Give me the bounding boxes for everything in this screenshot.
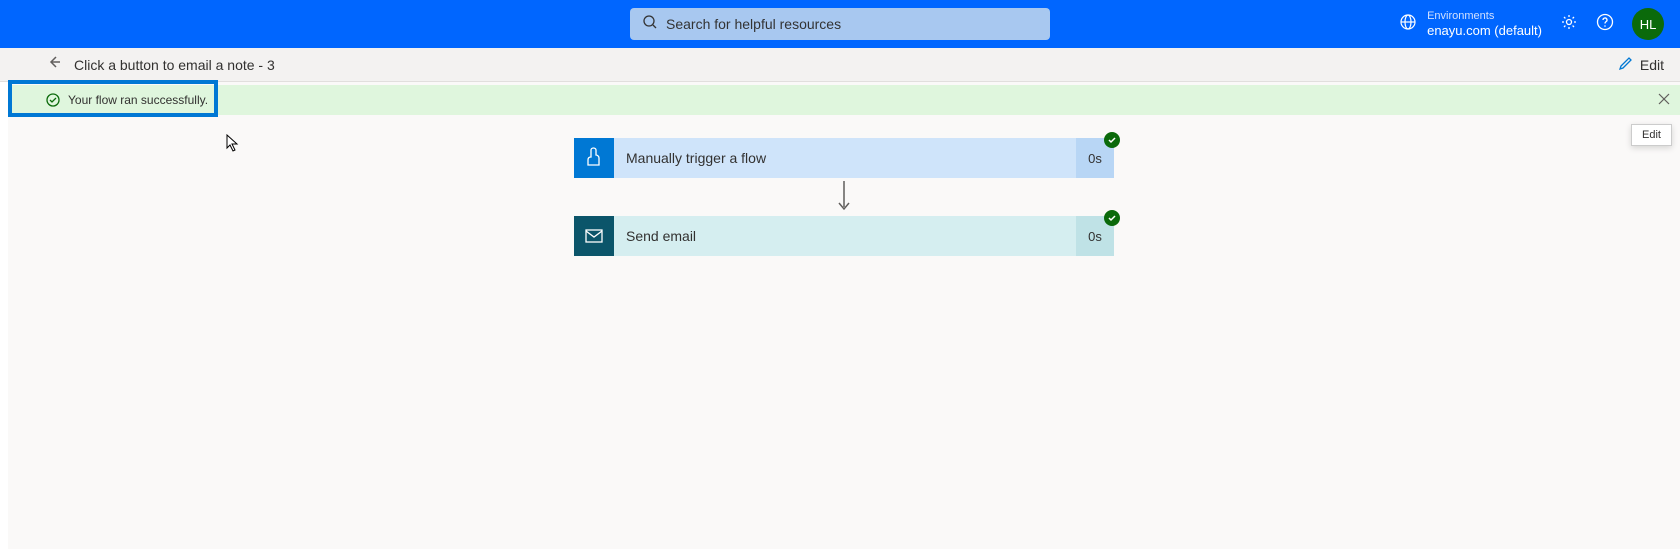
header-right: Environments enayu.com (default) HL: [1399, 8, 1664, 40]
page-title: Click a button to email a note - 3: [74, 57, 275, 73]
pencil-icon: [1618, 55, 1634, 74]
environment-name: enayu.com (default): [1427, 23, 1542, 39]
globe-icon: [1399, 13, 1417, 36]
app-header: Search for helpful resources Environment…: [0, 0, 1680, 48]
flow-step-label: Send email: [614, 216, 1076, 256]
flow-step-trigger[interactable]: Manually trigger a flow 0s: [574, 138, 1114, 178]
avatar[interactable]: HL: [1632, 8, 1664, 40]
success-banner: Your flow ran successfully.: [8, 85, 1680, 115]
edit-tooltip: Edit: [1631, 124, 1672, 146]
content-area: Your flow ran successfully. Edit Manuall…: [0, 82, 1680, 549]
back-arrow-icon[interactable]: [46, 54, 62, 75]
edit-label: Edit: [1640, 57, 1664, 73]
search-input[interactable]: Search for helpful resources: [630, 8, 1050, 40]
success-badge-icon: [1104, 210, 1120, 226]
gear-icon[interactable]: [1560, 13, 1578, 36]
connector-arrow-icon: [834, 178, 854, 216]
trigger-icon: [574, 138, 614, 178]
environment-picker[interactable]: Environments enayu.com (default): [1399, 10, 1542, 39]
environment-label: Environments: [1427, 10, 1542, 23]
avatar-initials: HL: [1640, 17, 1657, 32]
mail-icon: [574, 216, 614, 256]
check-circle-icon: [46, 93, 60, 107]
help-icon[interactable]: [1596, 13, 1614, 36]
search-placeholder: Search for helpful resources: [666, 16, 841, 32]
edit-button[interactable]: Edit: [1618, 55, 1664, 74]
cursor-icon: [226, 134, 240, 157]
search-icon: [642, 14, 666, 35]
flow-canvas: Manually trigger a flow 0s: [8, 132, 1680, 256]
success-badge-icon: [1104, 132, 1120, 148]
flow-step-label: Manually trigger a flow: [614, 138, 1076, 178]
breadcrumb-bar: Click a button to email a note - 3 Edit: [0, 48, 1680, 82]
flow-step-send-email[interactable]: Send email 0s: [574, 216, 1114, 256]
success-message: Your flow ran successfully.: [68, 93, 208, 107]
close-icon[interactable]: [1658, 92, 1670, 110]
